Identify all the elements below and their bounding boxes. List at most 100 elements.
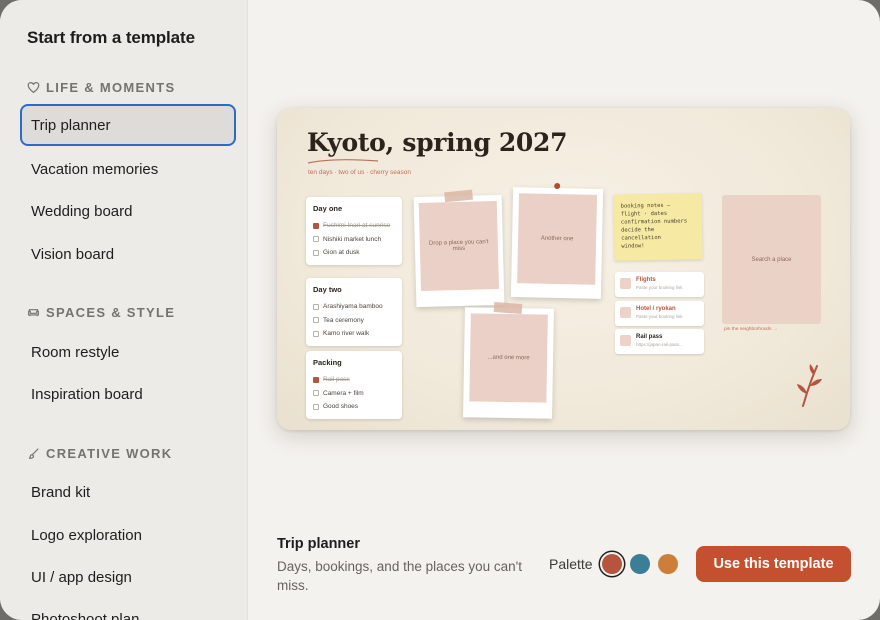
link-title: Hotel / ryokan <box>636 306 676 312</box>
tape-icon <box>493 302 523 314</box>
sidebar-title: Start from a template <box>27 28 195 47</box>
sofa-icon <box>28 309 39 317</box>
sidebar-item-label: Wedding board <box>31 202 133 220</box>
sidebar-item-logo-exploration[interactable]: Logo exploration <box>20 514 236 556</box>
link-title: Rail pass <box>636 334 663 340</box>
checkbox-icon <box>313 222 319 229</box>
sticky-line: window! <box>621 243 645 250</box>
photo-placeholder-1: Drop a place you can't miss <box>413 189 505 308</box>
checklist-item: Fushimi Inari at sunrise <box>313 219 395 233</box>
template-description: Days, bookings, and the places you can't… <box>277 559 522 593</box>
checklist-item: Camera + film <box>313 387 395 401</box>
photo-text: ...and one more <box>469 313 548 403</box>
link-desc: Paste your booking link <box>636 314 683 319</box>
photo-text: Another one <box>517 193 598 285</box>
sidebar-item-wedding-board[interactable]: Wedding board <box>20 190 236 232</box>
section-label: LIFE & MOMENTS <box>46 80 176 95</box>
sidebar-item-label: UI / app design <box>31 568 132 586</box>
checklist-text: Camera + film <box>323 389 364 397</box>
link-thumbnail <box>620 278 631 289</box>
checklist-text: Gion at dusk <box>323 249 360 257</box>
sidebar-item-brand-kit[interactable]: Brand kit <box>20 471 236 513</box>
sidebar-item-label: Trip planner <box>31 116 111 134</box>
card-title: Packing <box>313 358 342 367</box>
section-creative-work: CREATIVE WORK <box>27 446 172 461</box>
heart-icon <box>27 82 40 94</box>
checkbox-icon <box>313 403 319 410</box>
checkbox-icon <box>313 390 319 397</box>
checklist-text: Fushimi Inari at sunrise <box>323 222 391 230</box>
sidebar-item-label: Vision board <box>31 245 115 263</box>
template-sidebar: Start from a template LIFE & MOMENTS Tri… <box>0 0 248 620</box>
checklist-item: Gion at dusk <box>313 246 395 260</box>
link-card-flights: Flights Paste your booking link <box>615 272 704 297</box>
packing-card: Packing Rail pass Camera + film Good sho… <box>306 351 402 419</box>
photo-placeholder-2: Another one <box>510 182 604 299</box>
sidebar-item-photoshoot-plan[interactable]: Photoshoot plan <box>20 598 236 620</box>
checklist-item: Kamo river walk <box>313 327 395 341</box>
checkbox-icon <box>313 249 319 256</box>
day-two-card: Day two Arashiyama bamboo Tea ceremony K… <box>306 278 402 346</box>
sidebar-item-inspiration-board[interactable]: Inspiration board <box>20 373 236 415</box>
checklist-item: Rail pass <box>313 373 395 387</box>
template-preview-pane: Kyoto, spring 2027 ten days · two of us … <box>248 0 880 620</box>
link-thumbnail <box>620 307 631 318</box>
checklist-item: Tea ceremony <box>313 314 395 328</box>
sidebar-item-label: Vacation memories <box>31 160 159 178</box>
checklist-text: Good shoes <box>323 403 359 411</box>
neighborhoods-hint: pin the neighborhoods → <box>724 327 778 332</box>
palette-swatch-teal[interactable] <box>630 554 650 574</box>
sidebar-item-label: Logo exploration <box>31 526 142 544</box>
sticky-note: booking notes — flight · dates confirmat… <box>613 193 703 261</box>
checkbox-icon <box>313 376 319 383</box>
card-title: Day two <box>313 285 342 294</box>
sidebar-item-label: Photoshoot plan <box>31 610 140 620</box>
link-desc: https://japan-rail-pass... <box>636 342 683 347</box>
use-template-button[interactable]: Use this template <box>696 546 851 582</box>
checkbox-icon <box>313 236 319 243</box>
section-label: CREATIVE WORK <box>46 446 173 461</box>
pin-icon <box>554 182 561 190</box>
link-thumbnail <box>620 335 631 346</box>
palette-swatch-amber[interactable] <box>658 554 678 574</box>
palette-label: Palette <box>549 556 593 572</box>
checklist-text: Kamo river walk <box>323 330 370 338</box>
photo-text: Drop a place you can't miss <box>418 200 500 292</box>
checklist-text: Rail pass <box>323 376 350 384</box>
brush-icon <box>28 448 39 459</box>
checklist-text: Nishiki market lunch <box>323 235 382 243</box>
template-dialog: Start from a template LIFE & MOMENTS Tri… <box>0 0 880 620</box>
link-card-hotel: Hotel / ryokan Paste your booking link <box>615 301 704 326</box>
sprig-icon <box>797 364 822 407</box>
sidebar-item-label: Inspiration board <box>31 385 143 403</box>
section-life-moments: LIFE & MOMENTS <box>27 80 175 95</box>
checkbox-icon <box>313 303 319 310</box>
template-preview: Kyoto, spring 2027 ten days · two of us … <box>277 108 850 430</box>
checkbox-icon <box>313 330 319 337</box>
link-title: Flights <box>636 277 656 283</box>
sidebar-item-vacation-memories[interactable]: Vacation memories <box>20 148 236 190</box>
tape-icon <box>444 189 473 203</box>
checklist-item: Good shoes <box>313 400 395 414</box>
section-spaces-style: SPACES & STYLE <box>27 305 175 320</box>
sticky-line: confirmation numbers <box>620 218 688 226</box>
sidebar-item-ui-app-design[interactable]: UI / app design <box>20 556 236 598</box>
sidebar-item-trip-planner[interactable]: Trip planner <box>20 104 236 146</box>
checkbox-icon <box>313 317 319 324</box>
sticky-line: decide the cancellation <box>621 227 661 242</box>
sidebar-item-label: Brand kit <box>31 483 91 501</box>
palette-swatch-rust[interactable] <box>602 554 622 574</box>
checklist-text: Tea ceremony <box>323 316 364 324</box>
preview-title: Kyoto, spring 2027 <box>307 128 568 157</box>
checklist-text: Arashiyama bamboo <box>323 303 383 311</box>
preview-subtitle: ten days · two of us · cherry season <box>308 169 411 176</box>
link-card-rail-pass: Rail pass https://japan-rail-pass... <box>615 329 704 354</box>
link-desc: Paste your booking link <box>636 285 683 290</box>
photo-placeholder-3: ...and one more <box>463 302 554 419</box>
sidebar-item-vision-board[interactable]: Vision board <box>20 233 236 275</box>
checklist-item: Nishiki market lunch <box>313 233 395 247</box>
sidebar-item-label: Room restyle <box>31 343 120 361</box>
checklist-item: Arashiyama bamboo <box>313 300 395 314</box>
section-label: SPACES & STYLE <box>46 305 176 320</box>
sidebar-item-room-restyle[interactable]: Room restyle <box>20 331 236 373</box>
